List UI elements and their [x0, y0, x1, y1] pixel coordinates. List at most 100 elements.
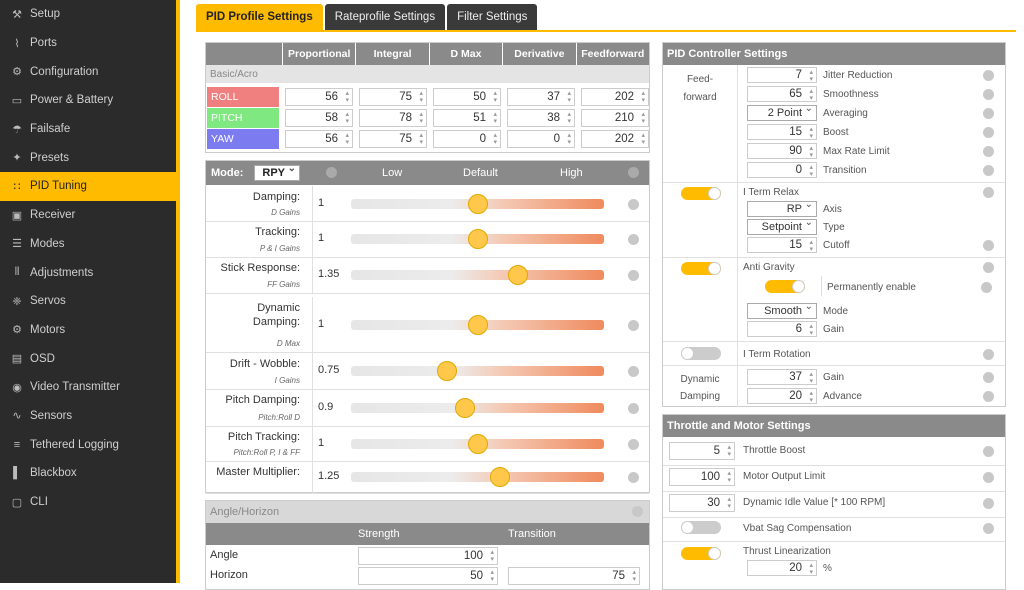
sidebar-item-osd[interactable]: ▤ OSD — [0, 344, 176, 373]
thrust-value-input[interactable]: 20 — [747, 560, 817, 576]
slider-label: Stick Response: — [220, 262, 300, 274]
pid-value-input[interactable]: 75 — [359, 130, 427, 148]
strength-input[interactable]: 50 — [358, 567, 498, 585]
pid-controller-panel: PID Controller Settings Feed- forward 7 Jit… — [662, 42, 1006, 407]
pid-value-input[interactable]: 202 — [581, 88, 649, 106]
slider-thumb[interactable] — [454, 398, 475, 418]
row-divider — [206, 221, 649, 222]
ff-value-input[interactable]: 65 — [747, 86, 817, 102]
ff-row-label: Smoothness — [823, 89, 879, 100]
slider-thumb[interactable] — [467, 229, 488, 249]
pid-value-input[interactable]: 202 — [581, 130, 649, 148]
ag-gain-input[interactable]: 6 — [747, 321, 817, 337]
averaging-select[interactable]: 2 Point — [747, 103, 817, 121]
help-icon — [628, 199, 639, 210]
tab-rateprofile-settings[interactable]: Rateprofile Settings — [324, 4, 446, 30]
anti-gravity-toggle[interactable] — [681, 262, 721, 275]
pid-value-input[interactable]: 56 — [285, 130, 353, 148]
col-divider — [312, 297, 313, 352]
ag-mode-select[interactable]: Smooth — [747, 301, 817, 319]
sidebar-item-servos[interactable]: ❈ Servos — [0, 287, 176, 316]
thrust-linearization-toggle[interactable] — [681, 547, 721, 560]
ff-row-label: Averaging — [823, 108, 868, 119]
slider-sublabel: P & I Gains — [259, 244, 300, 253]
slider-thumb[interactable] — [467, 434, 488, 454]
strength-input[interactable]: 100 — [358, 547, 498, 565]
transition-input[interactable]: 75 — [508, 567, 640, 585]
ff-value-input[interactable]: 90 — [747, 143, 817, 159]
sidebar-item-label: Blackbox — [30, 467, 77, 480]
slider-value: 1 — [318, 232, 325, 244]
slider-thumb[interactable] — [467, 315, 488, 335]
iterm-rotation-toggle[interactable] — [681, 347, 721, 360]
sidebar-item-power-battery[interactable]: ▭ Power & Battery — [0, 86, 176, 115]
mode-select[interactable]: RPY — [254, 163, 300, 181]
pid-value-input[interactable]: 56 — [285, 88, 353, 106]
sidebar-item-presets[interactable]: ✦ Presets — [0, 143, 176, 172]
sidebar-item-adjustments[interactable]: ⫴ Adjustments — [0, 258, 176, 287]
iterm-axis-select[interactable]: RP — [747, 199, 817, 217]
sidebar-item-tethered-logging[interactable]: ≡ Tethered Logging — [0, 430, 176, 459]
vbat-sag-label: Vbat Sag Compensation — [743, 523, 852, 534]
slider-track[interactable] — [351, 366, 604, 376]
dd-gain-input[interactable]: 37 — [747, 369, 817, 385]
slider-thumb[interactable] — [467, 194, 488, 214]
pid-value-input[interactable]: 0 — [433, 130, 501, 148]
pid-value-input[interactable]: 78 — [359, 109, 427, 127]
slider-thumb[interactable] — [507, 265, 528, 285]
slider-track[interactable] — [351, 270, 604, 280]
ff-value-input[interactable]: 15 — [747, 124, 817, 140]
pid-value-input[interactable]: 210 — [581, 109, 649, 127]
sidebar-item-sensors[interactable]: ∿ Sensors — [0, 402, 176, 431]
iterm-type-select[interactable]: Setpoint — [747, 217, 817, 235]
sidebar-item-failsafe[interactable]: ☂ Failsafe — [0, 115, 176, 144]
slider-label: Dynamic Damping: — [252, 302, 300, 328]
throttle-value-input[interactable]: 100 — [669, 468, 735, 486]
sidebar-item-label: OSD — [30, 352, 55, 365]
controller-title: PID Controller Settings — [663, 43, 1005, 65]
pid-value-input[interactable]: 50 — [433, 88, 501, 106]
sidebar-item-motors[interactable]: ⚙ Motors — [0, 316, 176, 345]
tab-filter-settings[interactable]: Filter Settings — [447, 4, 538, 30]
help-icon — [628, 234, 639, 245]
sidebar-item-video-transmitter[interactable]: ◉ Video Transmitter — [0, 373, 176, 402]
sidebar-item-configuration[interactable]: ⚙ Configuration — [0, 57, 176, 86]
pid-value-input[interactable]: 58 — [285, 109, 353, 127]
adjustments-icon: ⫴ — [14, 266, 20, 279]
cutoff-input[interactable]: 15 — [747, 237, 817, 253]
sidebar-item-blackbox[interactable]: ▌ Blackbox — [0, 459, 176, 488]
blackbox-icon: ▌ — [13, 467, 21, 480]
sidebar-item-label: Configuration — [30, 65, 99, 78]
permanent-enable-toggle[interactable] — [765, 280, 805, 293]
slider-thumb[interactable] — [490, 467, 511, 487]
throttle-value-input[interactable]: 30 — [669, 494, 735, 512]
pid-value-input[interactable]: 51 — [433, 109, 501, 127]
ff-value-input[interactable]: 7 — [747, 67, 817, 83]
dd-advance-input[interactable]: 20 — [747, 388, 817, 404]
sidebar-item-receiver[interactable]: ▣ Receiver — [0, 201, 176, 230]
angle-row-label: Angle — [210, 549, 239, 561]
sidebar-item-cli[interactable]: ▢ CLI — [0, 488, 176, 517]
sidebar-item-pid-tuning[interactable]: ∷ PID Tuning — [0, 172, 176, 201]
pid-value-input[interactable]: 38 — [507, 109, 575, 127]
iterm-relax-toggle[interactable] — [681, 187, 721, 200]
slider-thumb[interactable] — [437, 361, 458, 381]
vbat-sag-toggle[interactable] — [681, 521, 721, 534]
slider-track[interactable] — [351, 403, 604, 413]
pid-value-input[interactable]: 75 — [359, 88, 427, 106]
tab-pid-profile-settings[interactable]: PID Profile Settings — [196, 4, 323, 30]
sidebar-item-label: PID Tuning — [30, 180, 87, 193]
pid-value-input[interactable]: 37 — [507, 88, 575, 106]
sidebar-item-setup[interactable]: ⚒ Setup — [0, 0, 176, 29]
angle-title: Angle/Horizon — [206, 501, 649, 523]
sidebar-item-ports[interactable]: ⌇ Ports — [0, 29, 176, 58]
slider-value: 0.9 — [318, 401, 334, 413]
col-high: High — [560, 167, 583, 179]
slider-track[interactable] — [351, 472, 604, 482]
ff-value-input[interactable]: 0 — [747, 162, 817, 178]
sidebar-item-modes[interactable]: ☰ Modes — [0, 230, 176, 259]
throttle-value-input[interactable]: 5 — [669, 442, 735, 460]
pid-value-input[interactable]: 0 — [507, 130, 575, 148]
col-transition: Transition — [508, 528, 556, 540]
angle-horizon-panel: Angle/Horizon Strength Transition Angle 100 H… — [205, 500, 650, 590]
